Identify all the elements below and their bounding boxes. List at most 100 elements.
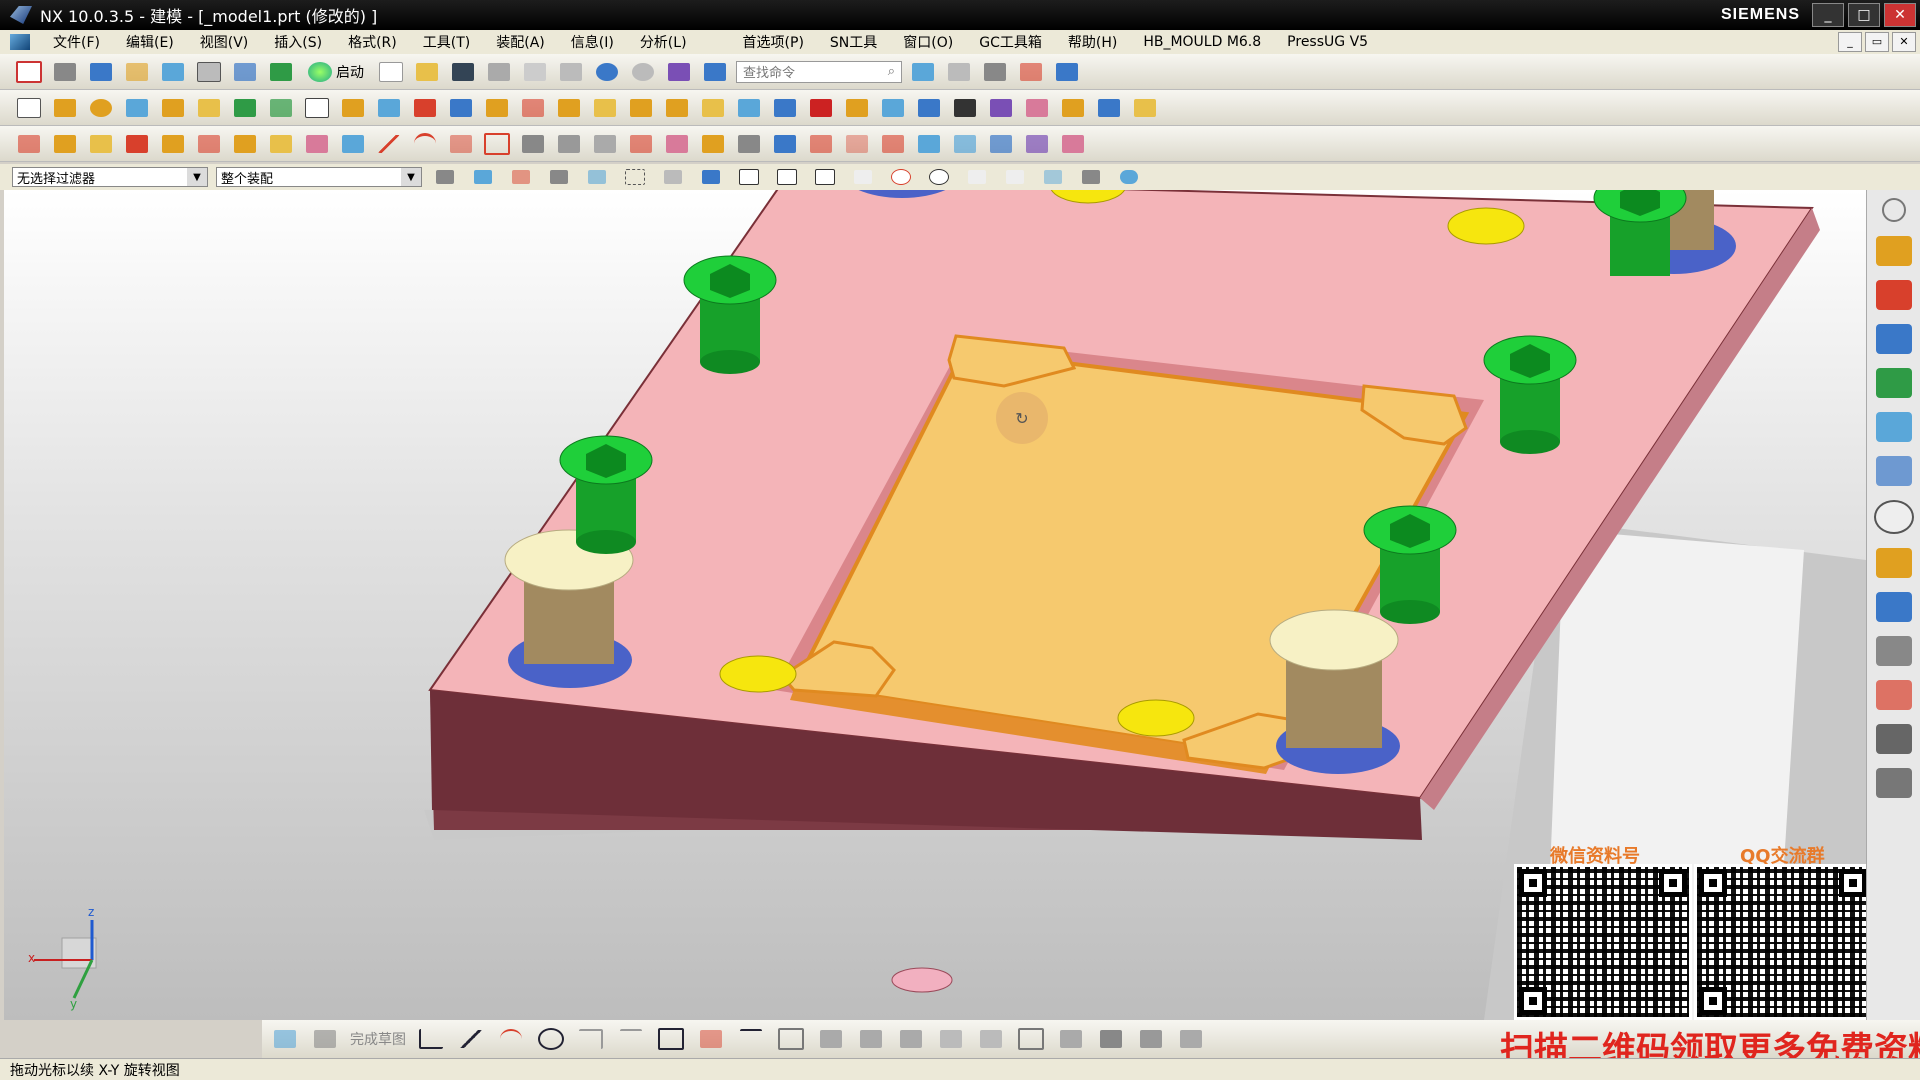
line-icon[interactable] [374, 131, 404, 157]
fillet-curve-icon[interactable] [878, 131, 908, 157]
boolean-unite-icon[interactable] [158, 95, 188, 121]
measure-icon[interactable] [1094, 95, 1124, 121]
select-icon[interactable] [664, 59, 694, 85]
polygon-icon[interactable] [482, 131, 512, 157]
profile-icon[interactable] [416, 1026, 446, 1052]
history-icon[interactable] [1875, 456, 1912, 486]
edge-display-icon[interactable] [122, 59, 152, 85]
section-curve-icon[interactable] [626, 131, 656, 157]
snap-endpoint-icon[interactable] [734, 164, 764, 190]
pink-surface-icon[interactable] [1022, 95, 1052, 121]
trim-body-icon[interactable] [590, 95, 620, 121]
menu-hb-mould[interactable]: HB_MOULD M6.8 [1130, 34, 1274, 50]
part-navigator-icon[interactable] [1875, 324, 1912, 354]
app-menu-icon[interactable] [10, 34, 30, 50]
menu-tools[interactable]: 工具(T) [410, 32, 483, 52]
wave-link-icon[interactable] [230, 131, 260, 157]
sketch-mode-icon[interactable] [270, 1026, 300, 1052]
background-icon[interactable] [194, 59, 224, 85]
sketch-offset-icon[interactable] [776, 1026, 806, 1052]
curve-tool-icon[interactable] [1058, 95, 1088, 121]
select-assembly-icon[interactable] [696, 164, 726, 190]
snap-on-curve-icon[interactable] [1000, 164, 1030, 190]
quick-extend-icon[interactable] [856, 1026, 886, 1052]
menu-format[interactable]: 格式(R) [335, 32, 410, 52]
cylinder-icon[interactable] [374, 95, 404, 121]
doc-close-button[interactable]: ✕ [1892, 32, 1916, 52]
cut-icon[interactable] [484, 59, 514, 85]
bridge-icon[interactable] [842, 131, 872, 157]
mesh-surface-icon[interactable] [986, 131, 1016, 157]
sketch-point-icon[interactable] [736, 1026, 766, 1052]
fit-view-icon[interactable] [14, 59, 44, 85]
quick-trim-icon[interactable] [816, 1026, 846, 1052]
start-button[interactable]: 启动 [302, 61, 370, 82]
wcs-icon[interactable] [1016, 59, 1046, 85]
menu-view[interactable]: 视图(V) [187, 32, 262, 52]
grid-icon[interactable] [1076, 164, 1106, 190]
select-body-icon[interactable] [658, 164, 688, 190]
sketch-rectangle-icon[interactable] [656, 1026, 686, 1052]
select-chain-icon[interactable] [544, 164, 574, 190]
boss-icon[interactable] [230, 95, 260, 121]
tools-icon[interactable] [944, 59, 974, 85]
system-material-icon[interactable] [1875, 548, 1912, 578]
cube-icon[interactable] [338, 131, 368, 157]
move-face-icon[interactable] [878, 95, 908, 121]
mirror-icon[interactable] [734, 95, 764, 121]
spline-icon[interactable] [446, 131, 476, 157]
n-sided-icon[interactable] [1058, 131, 1088, 157]
select-feature-icon[interactable] [468, 164, 498, 190]
ruled-surface-icon[interactable] [914, 131, 944, 157]
project-curve-icon[interactable] [554, 131, 584, 157]
command-search-input[interactable]: 查找命令 ⌕ [736, 60, 902, 83]
menu-edit[interactable]: 编辑(E) [113, 32, 187, 52]
curve-length-icon[interactable] [806, 131, 836, 157]
filter-settings-icon[interactable] [430, 164, 460, 190]
work-layer-icon[interactable] [266, 59, 296, 85]
web-browser-icon[interactable] [1875, 412, 1912, 442]
sketch-chamfer-icon[interactable] [616, 1026, 646, 1052]
table-icon[interactable] [980, 59, 1010, 85]
delete-icon[interactable] [122, 131, 152, 157]
convert-reference-icon[interactable] [1176, 1026, 1206, 1052]
datum-icon[interactable] [50, 131, 80, 157]
box-curve-icon[interactable] [698, 131, 728, 157]
assign-color-icon[interactable] [1136, 1026, 1166, 1052]
sketch-arc-icon[interactable] [496, 1026, 526, 1052]
snap-arc-center-icon[interactable] [886, 164, 916, 190]
layer-settings-icon[interactable] [986, 95, 1016, 121]
tools-navigator-icon[interactable] [1875, 724, 1912, 754]
role-navigator-icon[interactable] [1875, 680, 1912, 710]
red-block-icon[interactable] [410, 95, 440, 121]
graphics-viewport[interactable]: ↻ x z y 微信资料号 QQ交流群 [4, 190, 1866, 1020]
doc-minimize-button[interactable]: _ [1838, 32, 1862, 52]
thicken-icon[interactable] [518, 95, 548, 121]
mold-icon[interactable] [950, 95, 980, 121]
new-file-icon[interactable] [376, 59, 406, 85]
reuse-library-icon[interactable] [1875, 368, 1912, 398]
constraint-navigator-icon[interactable] [1875, 280, 1912, 310]
capsule-icon[interactable] [1114, 164, 1144, 190]
helix-icon[interactable] [518, 131, 548, 157]
pad-icon[interactable] [266, 95, 296, 121]
snap-quadrant-icon[interactable] [924, 164, 954, 190]
sketch-icon[interactable] [14, 95, 44, 121]
sketch-studio-spline-icon[interactable] [696, 1026, 726, 1052]
isoparametric-icon[interactable] [662, 131, 692, 157]
draft-icon[interactable] [446, 95, 476, 121]
extrude-icon[interactable] [50, 95, 80, 121]
hole-icon[interactable] [122, 95, 152, 121]
intersect-curve-icon[interactable] [590, 131, 620, 157]
box-select-icon[interactable] [620, 164, 650, 190]
red-solid-icon[interactable] [806, 95, 836, 121]
trim-curve-icon[interactable] [734, 131, 764, 157]
sketch-box-icon[interactable] [1016, 1026, 1046, 1052]
sketch-line-icon[interactable] [456, 1026, 486, 1052]
redo-icon[interactable] [628, 59, 658, 85]
menu-preferences[interactable]: 首选项(P) [730, 32, 817, 52]
blend-icon[interactable] [662, 95, 692, 121]
paste-icon[interactable] [556, 59, 586, 85]
dimension-icon[interactable] [976, 1026, 1006, 1052]
offset-icon[interactable] [482, 95, 512, 121]
